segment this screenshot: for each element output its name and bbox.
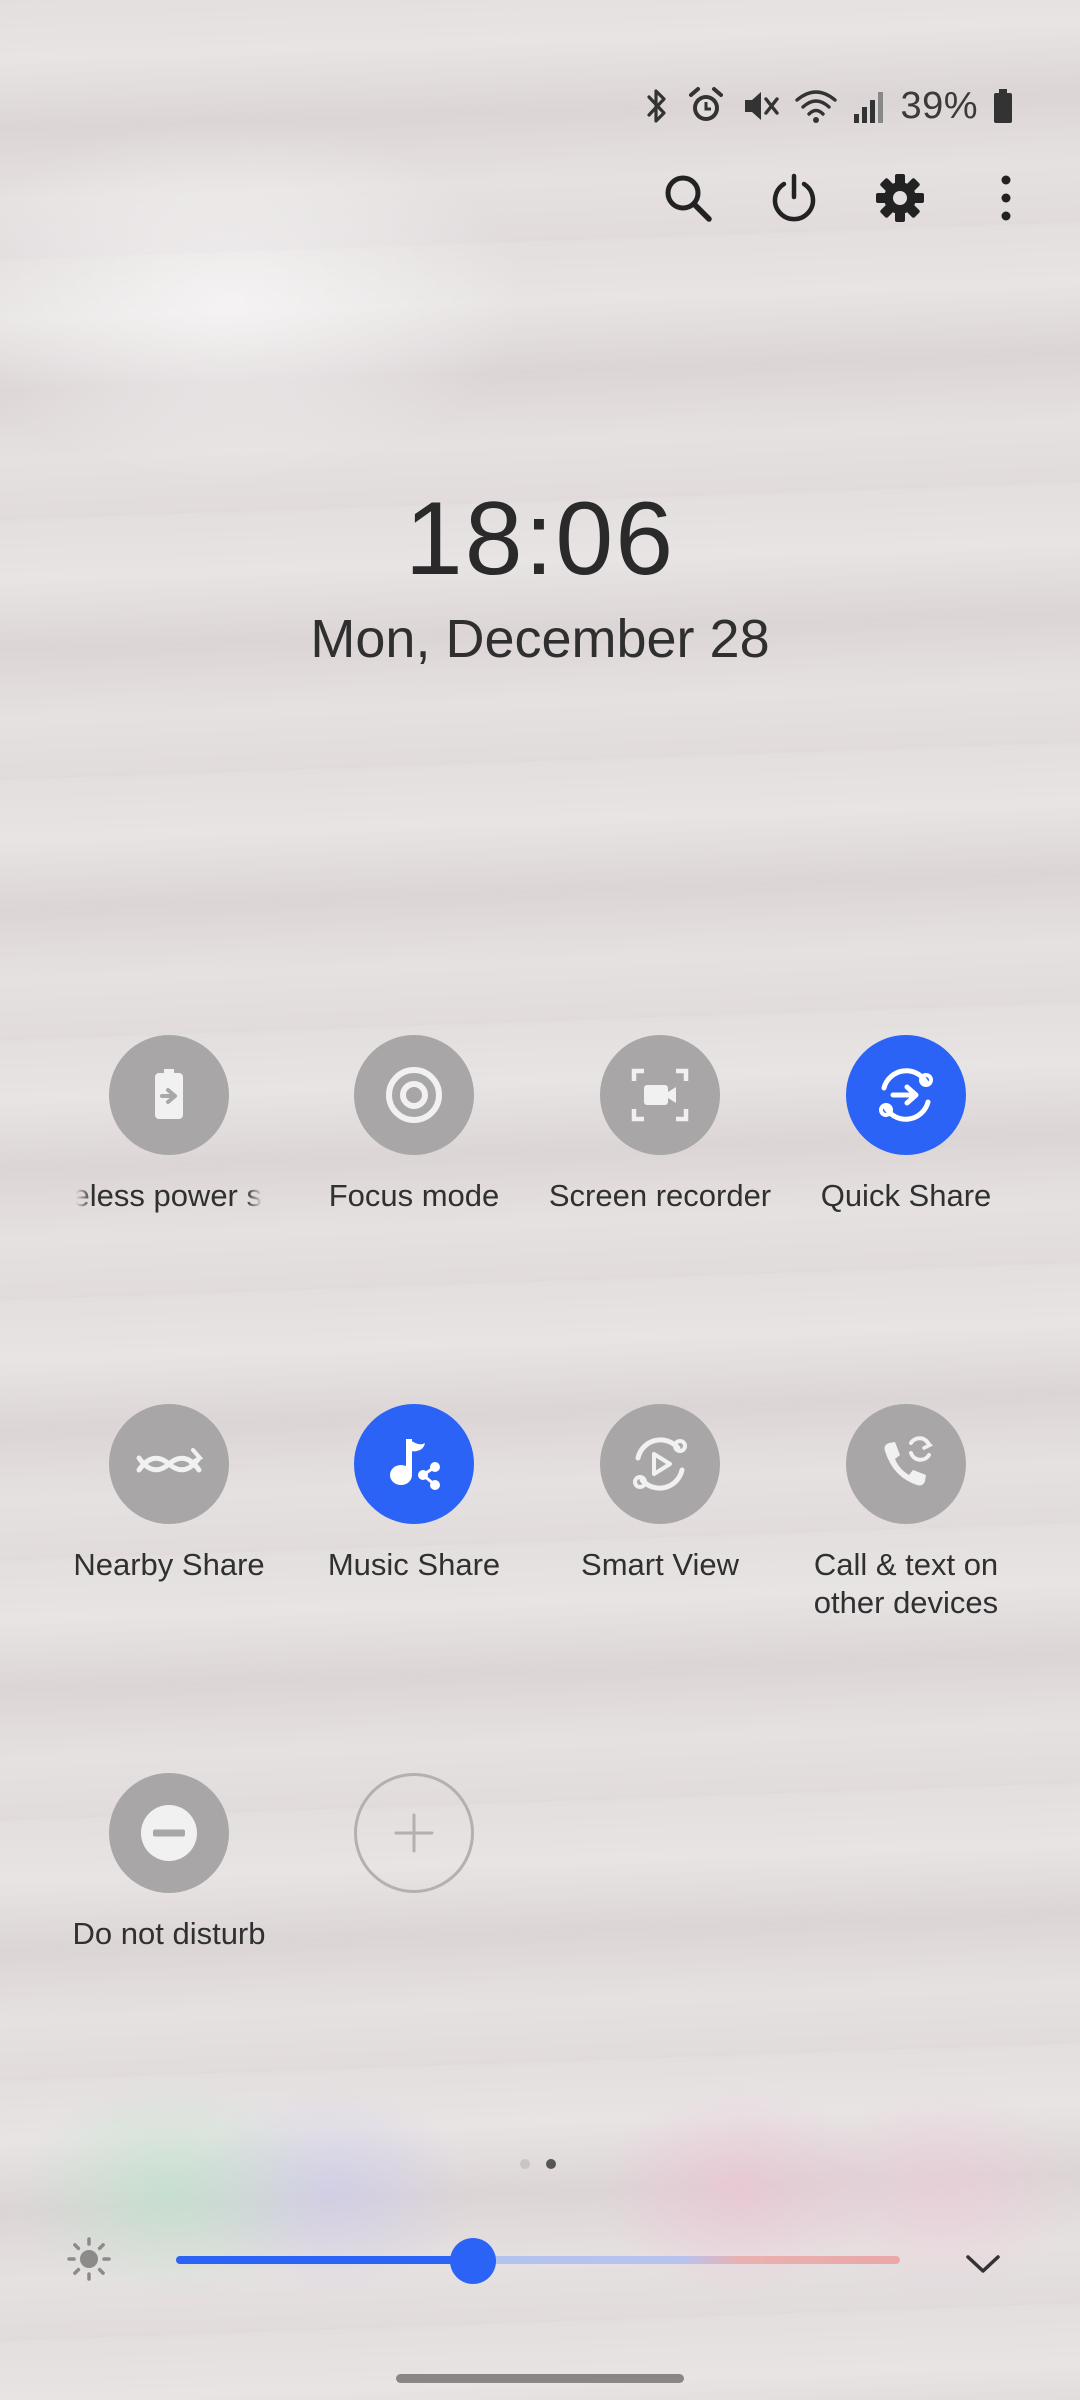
quick-share-icon — [879, 1068, 933, 1122]
do-not-disturb-icon — [141, 1805, 197, 1861]
tile-quick-share[interactable]: Quick Share — [783, 1035, 1029, 1215]
gesture-nav-handle[interactable] — [396, 2374, 684, 2383]
music-share-icon — [390, 1439, 440, 1490]
tile-add[interactable] — [291, 1773, 537, 1893]
clock-date[interactable]: Mon, December 28 — [0, 608, 1080, 670]
tile-button[interactable] — [109, 1035, 229, 1155]
brightness-slider[interactable] — [176, 2256, 900, 2264]
signal-icon — [852, 86, 886, 126]
tile-label: Quick Share — [820, 1178, 992, 1213]
tile-button[interactable] — [109, 1404, 229, 1524]
brightness-slider-thumb[interactable] — [449, 2238, 496, 2284]
tile-label: Focus mode — [328, 1178, 500, 1213]
tile-button[interactable] — [600, 1035, 720, 1155]
clock-time[interactable]: 18:06 — [0, 480, 1080, 599]
power-button[interactable] — [764, 168, 824, 228]
wireless-power-share-icon — [155, 1069, 183, 1119]
power-icon — [772, 173, 816, 222]
screen-recorder-icon — [631, 1068, 689, 1122]
tile-do-not-disturb[interactable]: Do not disturb — [46, 1773, 292, 1953]
tile-button[interactable] — [600, 1404, 720, 1524]
more-options-icon — [1001, 175, 1011, 221]
alarm-icon — [686, 86, 726, 126]
add-icon — [394, 1813, 434, 1853]
wifi-icon — [794, 86, 838, 126]
settings-button[interactable] — [870, 168, 930, 228]
chevron-down-icon[interactable] — [960, 2244, 1006, 2284]
tile-label: Music Share — [327, 1547, 501, 1582]
quick-panel-actions — [658, 168, 1036, 228]
tile-label: Call & text on other devices — [813, 1547, 999, 1620]
focus-mode-icon — [386, 1067, 442, 1123]
tile-button[interactable] — [109, 1773, 229, 1893]
page-dot — [520, 2159, 530, 2169]
call-text-other-devices-icon — [884, 1436, 933, 1486]
tile-smart-view[interactable]: Smart View — [537, 1404, 783, 1584]
tile-label: Screen recorder — [548, 1178, 772, 1213]
brightness-slider-fill — [176, 2256, 473, 2264]
tile-label: Nearby Share — [73, 1547, 265, 1582]
tile-label: Smart View — [581, 1547, 739, 1582]
page-indicator — [520, 2159, 556, 2169]
more-options-button[interactable] — [976, 168, 1036, 228]
tile-nearby-share[interactable]: Nearby Share — [46, 1404, 292, 1584]
tile-button[interactable] — [354, 1404, 474, 1524]
tile-call-text-other-devices[interactable]: Call & text on other devices — [783, 1404, 1029, 1622]
smart-view-icon — [633, 1437, 687, 1491]
tile-focus-mode[interactable]: Focus mode — [291, 1035, 537, 1215]
tile-music-share[interactable]: Music Share — [291, 1404, 537, 1584]
status-bar: 39% — [642, 78, 1014, 134]
brightness-icon — [67, 2237, 111, 2281]
page-dot-active — [546, 2159, 556, 2169]
add-tile-button[interactable] — [354, 1773, 474, 1893]
tile-button[interactable] — [846, 1035, 966, 1155]
tile-wireless-power-share[interactable]: eless power s — [46, 1035, 292, 1215]
battery-percent: 39% — [900, 84, 978, 127]
tile-label: Do not disturb — [72, 1916, 266, 1951]
search-icon — [665, 175, 712, 222]
vibrate-mute-icon — [740, 86, 780, 126]
tile-label: eless power s — [76, 1178, 262, 1213]
search-button[interactable] — [658, 168, 718, 228]
tile-button[interactable] — [354, 1035, 474, 1155]
gear-icon — [876, 174, 924, 222]
tile-button[interactable] — [846, 1404, 966, 1524]
battery-icon — [992, 86, 1014, 126]
nearby-share-icon — [136, 1448, 204, 1473]
bluetooth-icon — [642, 86, 672, 126]
tile-screen-recorder[interactable]: Screen recorder — [537, 1035, 783, 1215]
